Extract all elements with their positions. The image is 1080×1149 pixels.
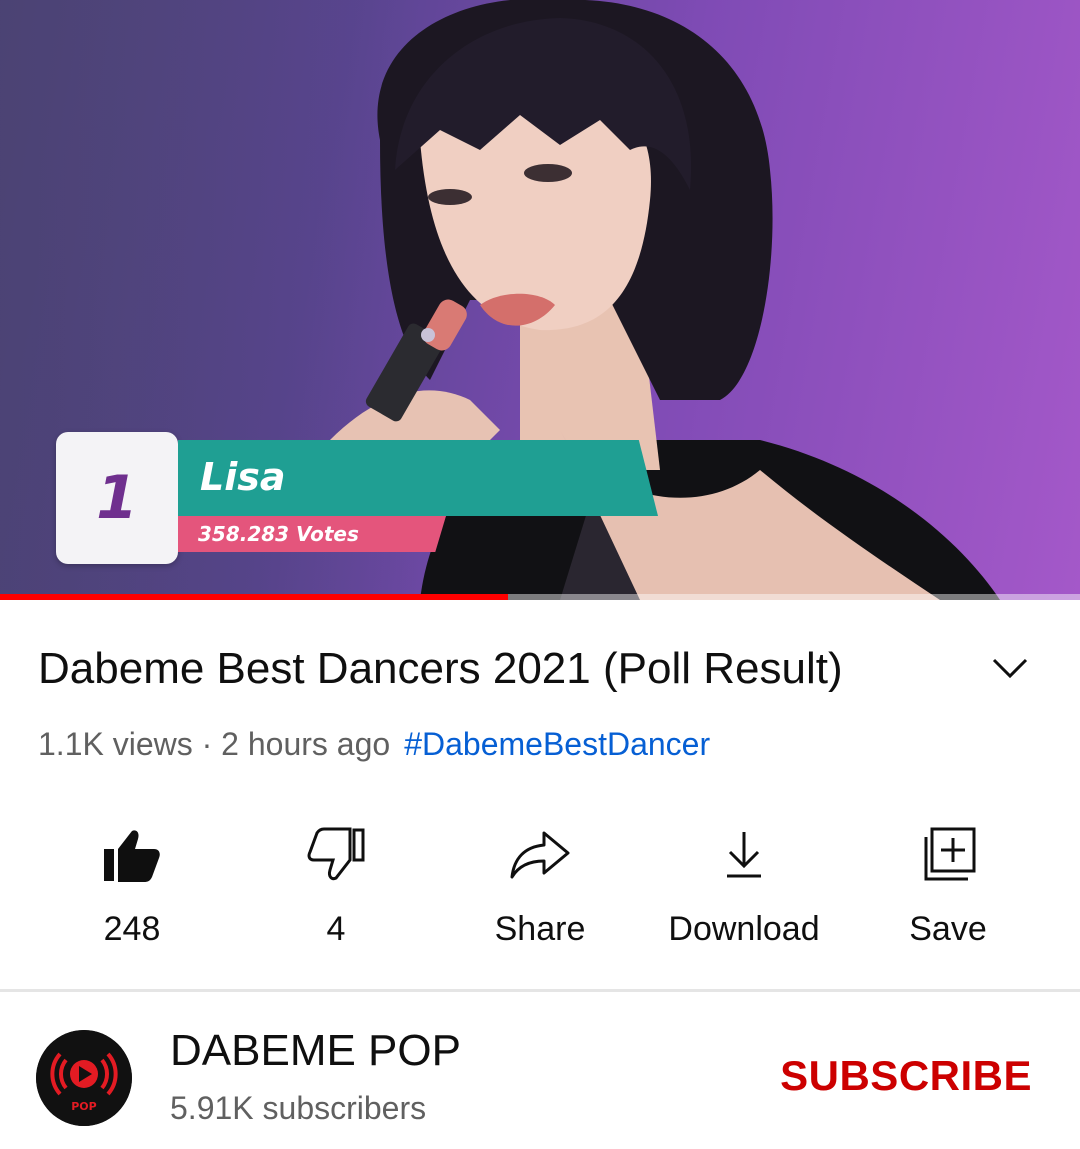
video-meta: 1.1K views · 2 hours ago #DabemeBestDance… xyxy=(38,726,710,763)
channel-name[interactable]: DABEME POP xyxy=(170,1026,461,1076)
download-icon xyxy=(727,832,761,878)
channel-avatar[interactable]: POP xyxy=(36,1030,132,1126)
thumbs-down-icon xyxy=(307,827,365,881)
logo-text: POP xyxy=(71,1100,96,1113)
rank-badge: 1 xyxy=(56,432,178,564)
like-count: 248 xyxy=(103,910,161,948)
contestant-name: Lisa xyxy=(200,455,286,499)
subscriber-count: 5.91K subscribers xyxy=(170,1090,427,1126)
thumbs-up-icon xyxy=(104,830,160,882)
save-button[interactable]: Save xyxy=(848,820,1048,949)
video-title[interactable]: Dabeme Best Dancers 2021 (Poll Result) xyxy=(38,644,1048,694)
save-playlist-icon xyxy=(924,827,976,881)
download-label: Download xyxy=(668,910,820,948)
progress-played[interactable] xyxy=(0,594,508,600)
divider xyxy=(0,989,1080,992)
download-button[interactable]: Download xyxy=(644,820,844,949)
views-and-date: 1.1K views · 2 hours ago xyxy=(38,726,391,762)
dislike-button[interactable]: 4 xyxy=(236,820,436,949)
save-label: Save xyxy=(909,910,987,948)
votes-count: 358.283 Votes xyxy=(198,522,359,546)
like-button[interactable]: 248 xyxy=(32,820,232,949)
chevron-down-icon[interactable] xyxy=(988,652,1032,682)
rank-number: 1 xyxy=(96,463,138,533)
hashtag-link[interactable]: #DabemeBestDancer xyxy=(404,726,710,762)
subscribe-button[interactable]: SUBSCRIBE xyxy=(780,1052,1032,1100)
share-label: Share xyxy=(494,910,586,948)
share-icon xyxy=(510,831,570,879)
dislike-count: 4 xyxy=(326,910,346,948)
video-player[interactable]: 1 Lisa 358.283 Votes xyxy=(0,0,1080,600)
title-row[interactable]: Dabeme Best Dancers 2021 (Poll Result) xyxy=(38,644,1048,694)
channel-logo: POP xyxy=(36,1030,132,1126)
action-bar: 248 4 Share Download Save xyxy=(0,820,1080,960)
share-button[interactable]: Share xyxy=(440,820,640,949)
